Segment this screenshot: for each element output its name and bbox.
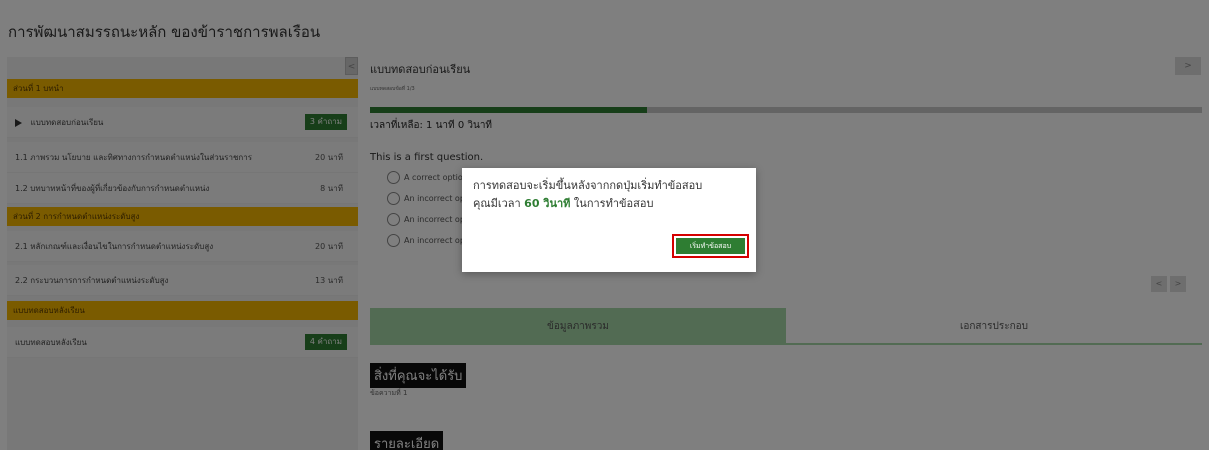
time-prefix: คุณมีเวลา (473, 197, 525, 210)
start-quiz-dialog: การทดสอบจะเริ่มขึ้นหลังจากกดปุ่มเริ่มทำข… (462, 168, 756, 272)
start-quiz-button[interactable]: เริ่มทำข้อสอบ (676, 238, 745, 254)
time-highlight: 60 วินาที (524, 197, 571, 210)
time-suffix: ในการทำข้อสอบ (570, 197, 654, 210)
start-quiz-button-highlight: เริ่มทำข้อสอบ (672, 234, 749, 258)
dialog-time-message: คุณมีเวลา 60 วินาที ในการทำข้อสอบ (473, 194, 653, 212)
dialog-message: การทดสอบจะเริ่มขึ้นหลังจากกดปุ่มเริ่มทำข… (473, 179, 703, 192)
